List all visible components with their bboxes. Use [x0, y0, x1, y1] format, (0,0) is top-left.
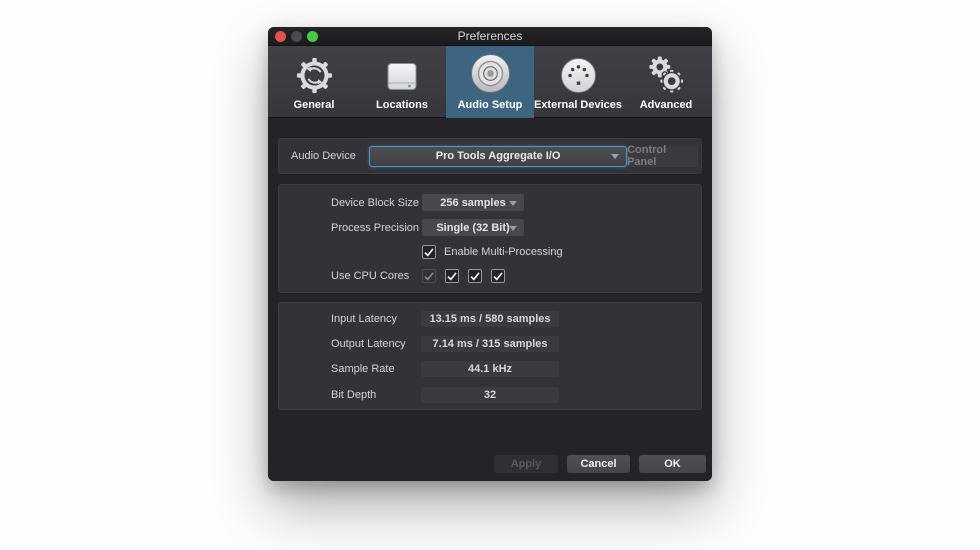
- multi-processing-label: Enable Multi-Processing: [444, 246, 563, 258]
- preferences-window: Preferences: [268, 27, 712, 481]
- chevron-down-icon: [509, 226, 517, 231]
- cpu-core-checkbox-2[interactable]: [445, 269, 459, 283]
- multi-processing-row: Enable Multi-Processing: [279, 244, 701, 260]
- tab-label: Locations: [376, 99, 428, 111]
- process-precision-select[interactable]: Single (32 Bit): [422, 219, 524, 236]
- chevron-down-icon: [509, 201, 517, 206]
- cpu-cores-label: Use CPU Cores: [331, 270, 422, 282]
- close-button[interactable]: [275, 31, 286, 42]
- process-precision-label: Process Precision: [331, 222, 422, 234]
- window-title: Preferences: [268, 27, 712, 46]
- audio-device-panel: Audio Device Pro Tools Aggregate I/O Con…: [278, 138, 702, 174]
- device-block-size-select[interactable]: 256 samples: [422, 194, 524, 211]
- tab-advanced[interactable]: Advanced: [622, 46, 710, 118]
- tab-label: General: [294, 99, 335, 111]
- audio-setup-pane: Audio Device Pro Tools Aggregate I/O Con…: [268, 118, 712, 481]
- title-bar[interactable]: Preferences: [268, 27, 712, 46]
- process-precision-value: Single (32 Bit): [436, 222, 509, 234]
- cpu-cores-group: [422, 269, 505, 283]
- chevron-down-icon: [611, 154, 619, 159]
- cancel-button[interactable]: Cancel: [567, 455, 630, 473]
- input-latency-value: 13.15 ms / 580 samples: [421, 311, 559, 327]
- sample-rate-label: Sample Rate: [331, 363, 422, 375]
- input-latency-row: Input Latency 13.15 ms / 580 samples: [279, 311, 701, 327]
- cpu-core-checkbox-1[interactable]: [422, 269, 436, 283]
- preferences-toolbar: General Loca: [268, 46, 712, 118]
- control-panel-button[interactable]: Control Panel: [627, 146, 698, 167]
- process-precision-row: Process Precision Single (32 Bit): [279, 219, 701, 236]
- multi-processing-checkbox[interactable]: [422, 245, 436, 259]
- ok-button[interactable]: OK: [639, 455, 706, 473]
- cpu-core-checkbox-3[interactable]: [468, 269, 482, 283]
- hard-drive-icon: [384, 54, 420, 94]
- apply-button[interactable]: Apply: [494, 455, 558, 473]
- audio-device-label: Audio Device: [291, 150, 357, 162]
- gears-icon: [647, 54, 685, 94]
- tab-label: Audio Setup: [458, 99, 523, 111]
- gear-sync-icon: [296, 54, 333, 94]
- processing-panel: Device Block Size 256 samples Process Pr…: [278, 184, 702, 293]
- tab-external-devices[interactable]: External Devices: [534, 46, 622, 118]
- device-block-size-value: 256 samples: [440, 197, 505, 209]
- output-latency-value: 7.14 ms / 315 samples: [421, 336, 559, 352]
- device-block-size-row: Device Block Size 256 samples: [279, 194, 701, 211]
- tab-label: Advanced: [640, 99, 693, 111]
- input-latency-label: Input Latency: [331, 313, 422, 325]
- device-block-size-label: Device Block Size: [331, 197, 422, 209]
- desktop-background: Preferences: [0, 0, 980, 550]
- audio-device-select[interactable]: Pro Tools Aggregate I/O: [369, 146, 627, 167]
- tab-label: External Devices: [534, 99, 622, 111]
- dialog-footer: Apply Cancel OK: [494, 455, 706, 473]
- traffic-lights: [268, 31, 318, 42]
- tab-locations[interactable]: Locations: [358, 46, 446, 118]
- output-latency-row: Output Latency 7.14 ms / 315 samples: [279, 336, 701, 352]
- output-latency-label: Output Latency: [331, 338, 422, 350]
- speaker-icon: [470, 54, 511, 94]
- bit-depth-label: Bit Depth: [331, 389, 422, 401]
- bit-depth-value: 32: [421, 387, 559, 403]
- cpu-cores-row: Use CPU Cores: [279, 268, 701, 284]
- sample-rate-row: Sample Rate 44.1 kHz: [279, 361, 701, 377]
- minimize-button[interactable]: [291, 31, 302, 42]
- zoom-button[interactable]: [307, 31, 318, 42]
- tab-general[interactable]: General: [270, 46, 358, 118]
- bit-depth-row: Bit Depth 32: [279, 387, 701, 403]
- cpu-core-checkbox-4[interactable]: [491, 269, 505, 283]
- audio-device-value: Pro Tools Aggregate I/O: [436, 150, 561, 162]
- sample-rate-value: 44.1 kHz: [421, 361, 559, 377]
- latency-status-panel: Input Latency 13.15 ms / 580 samples Out…: [278, 302, 702, 410]
- midi-din-icon: [560, 54, 597, 94]
- tab-audio-setup[interactable]: Audio Setup: [446, 46, 534, 118]
